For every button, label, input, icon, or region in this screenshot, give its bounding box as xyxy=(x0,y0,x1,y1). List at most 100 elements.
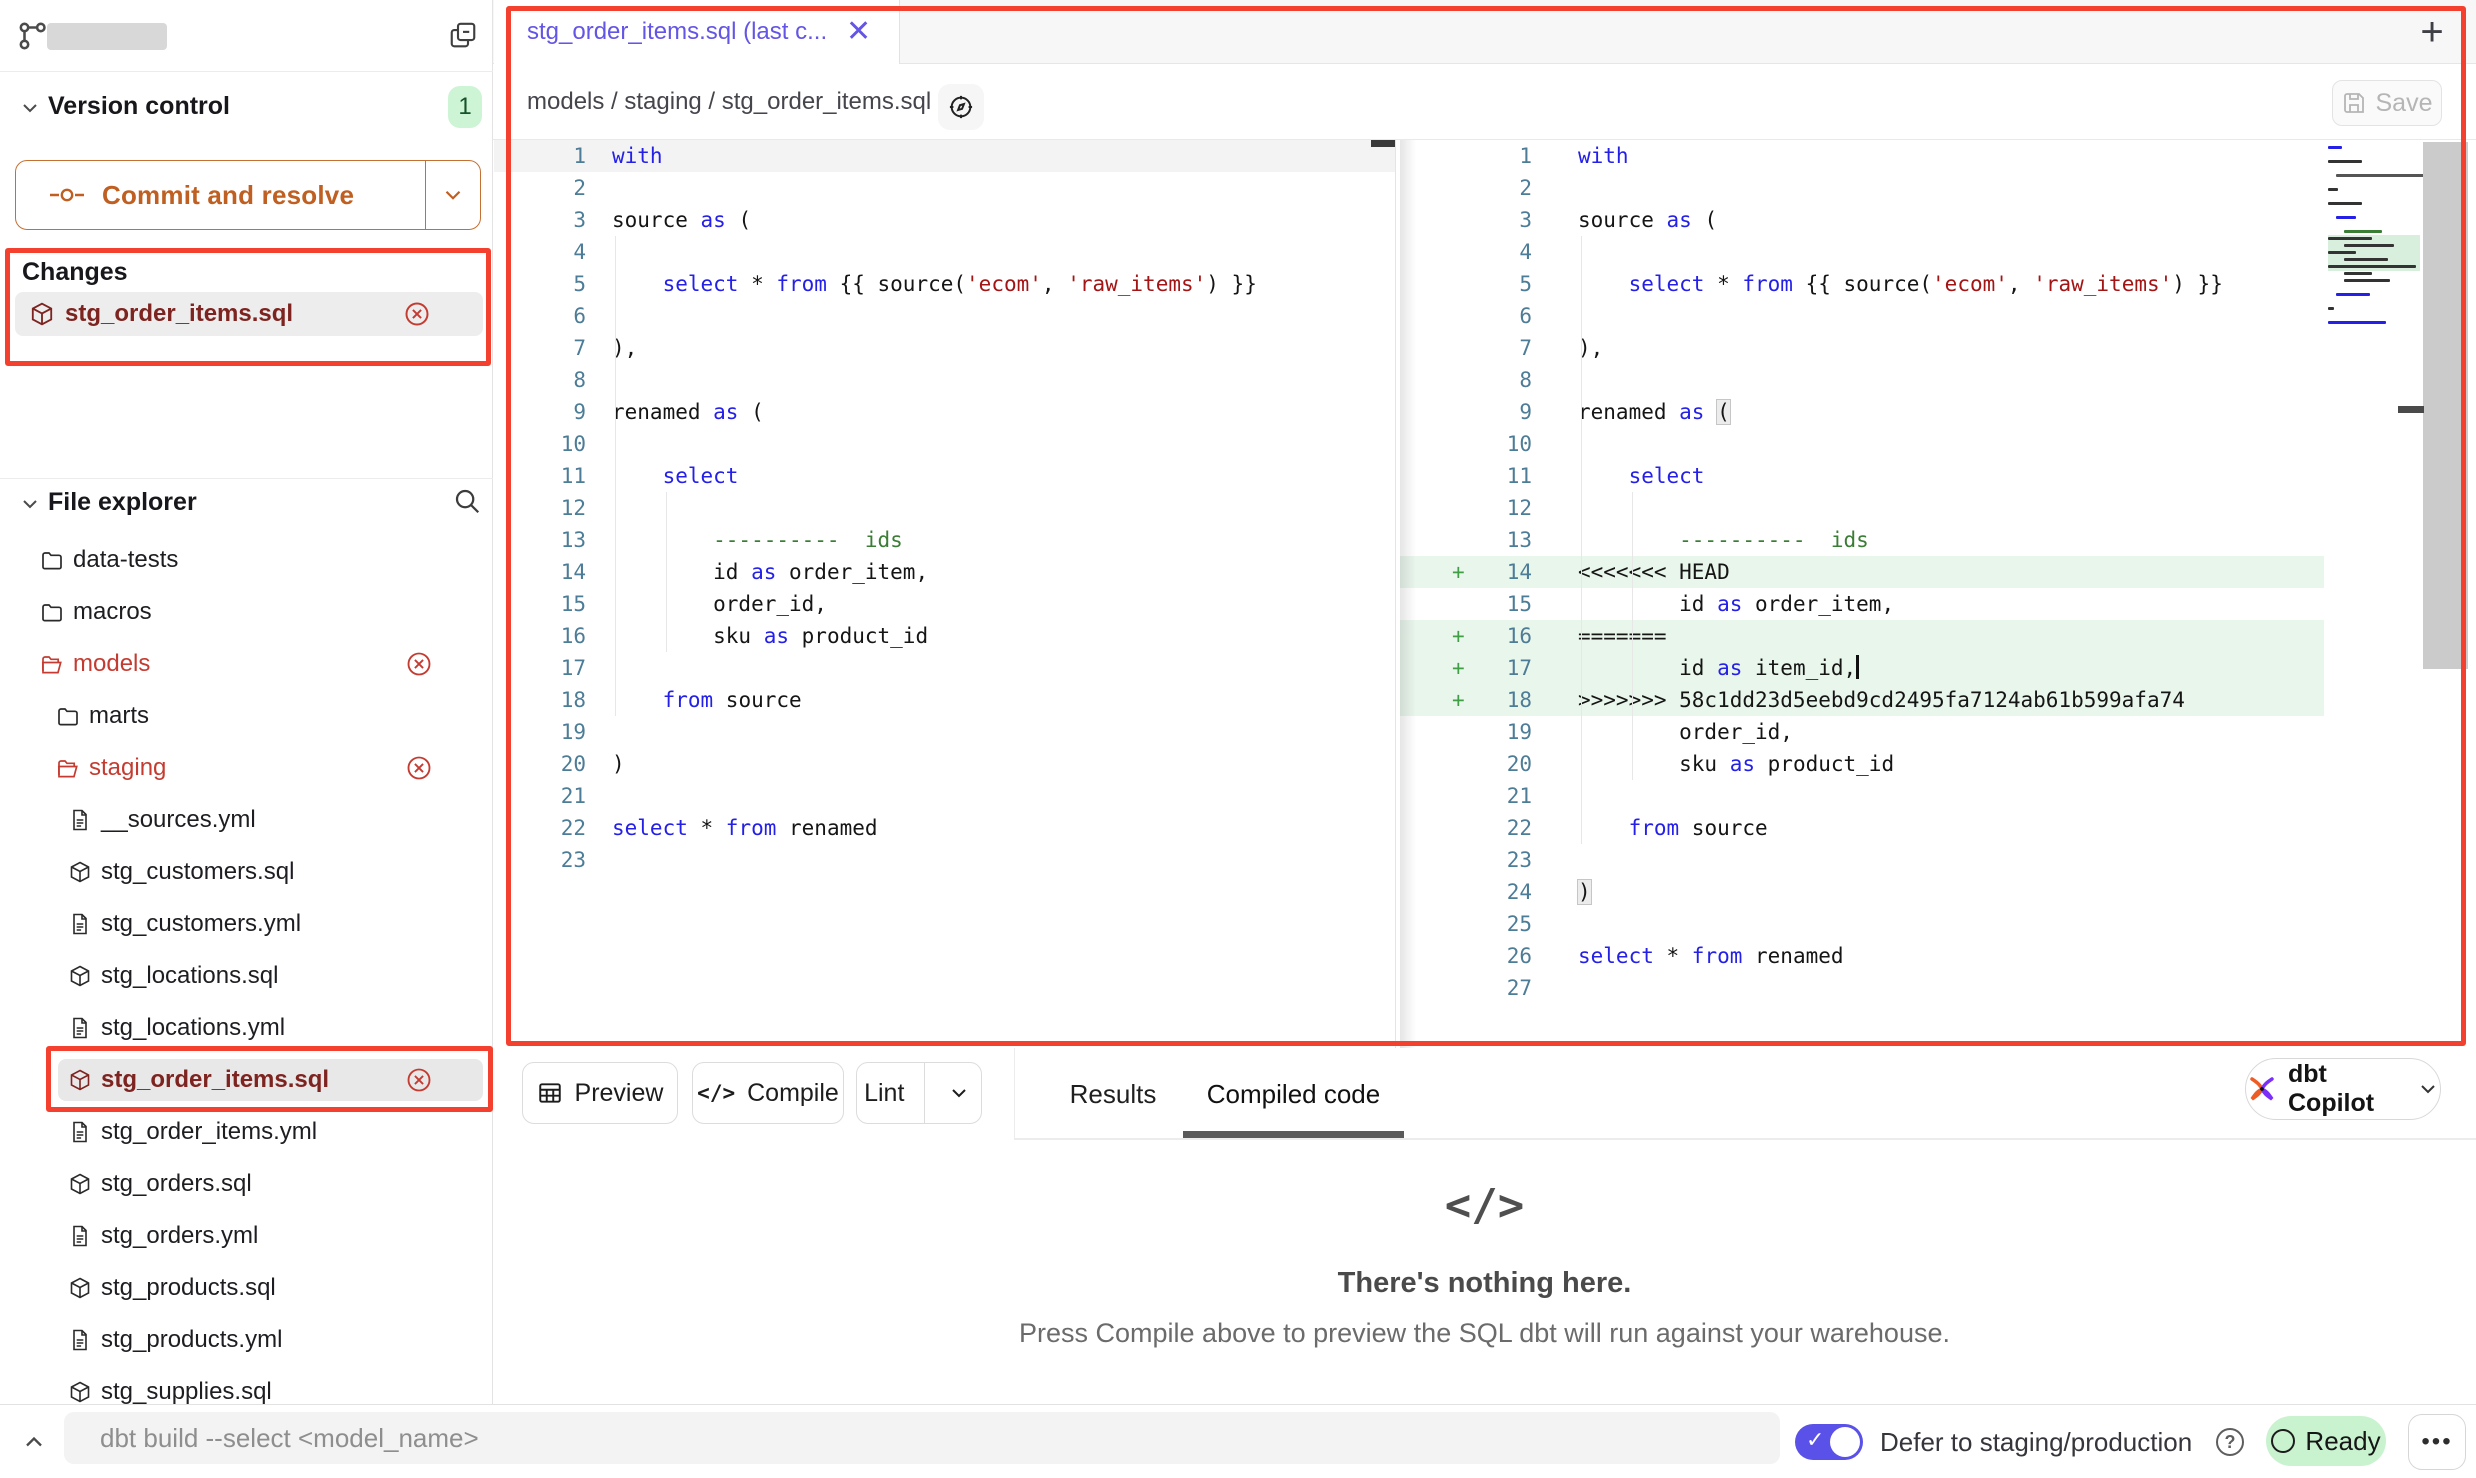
search-icon[interactable] xyxy=(452,486,482,516)
code-line-21[interactable]: 21 xyxy=(1400,780,2324,812)
left-pane-scrollbar-thumb[interactable] xyxy=(1371,140,1395,147)
code-line-23[interactable]: 23 xyxy=(1400,844,2324,876)
tree-item-data-tests[interactable]: data-tests xyxy=(0,534,493,586)
more-options-button[interactable]: ••• xyxy=(2408,1414,2466,1470)
code-line-24[interactable]: 24) xyxy=(1400,876,2324,908)
code-line-16[interactable]: 16 sku as product_id xyxy=(494,620,1395,652)
tree-item-staging[interactable]: staging xyxy=(0,742,493,794)
compile-button[interactable]: </> Compile xyxy=(692,1062,844,1124)
code-line-3[interactable]: 3source as ( xyxy=(1400,204,2324,236)
code-line-13[interactable]: 13 ---------- ids xyxy=(1400,524,2324,556)
code-line-7[interactable]: 7), xyxy=(1400,332,2324,364)
code-line-6[interactable]: 6 xyxy=(1400,300,2324,332)
minimap[interactable] xyxy=(2328,146,2420,346)
command-input[interactable] xyxy=(64,1412,1780,1464)
defer-toggle[interactable]: ✓ xyxy=(1795,1424,1863,1460)
code-line-5[interactable]: 5 select * from {{ source('ecom', 'raw_i… xyxy=(494,268,1395,300)
preview-button[interactable]: Preview xyxy=(522,1062,678,1124)
discard-change-icon[interactable] xyxy=(405,754,433,782)
code-line-8[interactable]: 8 xyxy=(1400,364,2324,396)
code-line-25[interactable]: 25 xyxy=(1400,908,2324,940)
code-line-15[interactable]: 15 id as order_item, xyxy=(1400,588,2324,620)
code-line-14[interactable]: +14<<<<<<< HEAD xyxy=(1400,556,2324,588)
copy-icon[interactable] xyxy=(448,20,478,50)
lint-button[interactable]: Lint xyxy=(856,1062,982,1124)
tree-item-stg_order_items.sql[interactable]: stg_order_items.sql xyxy=(0,1054,493,1106)
code-line-15[interactable]: 15 order_id, xyxy=(494,588,1395,620)
code-line-1[interactable]: 1with xyxy=(494,140,1395,172)
code-line-23[interactable]: 23 xyxy=(494,844,1395,876)
tab-stg-order-items[interactable]: stg_order_items.sql (last c... xyxy=(494,0,900,64)
tree-item-marts[interactable]: marts xyxy=(0,690,493,742)
code-line-21[interactable]: 21 xyxy=(494,780,1395,812)
code-line-9[interactable]: 9renamed as ( xyxy=(1400,396,2324,428)
tree-item-stg_orders.sql[interactable]: stg_orders.sql xyxy=(0,1158,493,1210)
explore-docs-button[interactable] xyxy=(938,84,984,130)
code-line-17[interactable]: +17 id as item_id, xyxy=(1400,652,2324,684)
code-line-6[interactable]: 6 xyxy=(494,300,1395,332)
discard-change-icon[interactable] xyxy=(405,650,433,678)
code-line-22[interactable]: 22 from source xyxy=(1400,812,2324,844)
changed-file-item[interactable]: stg_order_items.sql xyxy=(15,292,483,336)
tree-item-stg_customers.yml[interactable]: stg_customers.yml xyxy=(0,898,493,950)
tree-item-__sources.yml[interactable]: __sources.yml xyxy=(0,794,493,846)
commit-and-resolve-button[interactable]: Commit and resolve xyxy=(15,160,481,230)
save-button[interactable]: Save xyxy=(2332,80,2442,126)
lint-options-caret[interactable] xyxy=(937,1063,981,1123)
tab-results[interactable]: Results xyxy=(1060,1048,1166,1140)
dbt-copilot-button[interactable]: dbt Copilot xyxy=(2245,1058,2441,1120)
new-tab-button[interactable]: + xyxy=(2408,8,2456,56)
code-line-8[interactable]: 8 xyxy=(494,364,1395,396)
code-line-4[interactable]: 4 xyxy=(1400,236,2324,268)
help-icon[interactable]: ? xyxy=(2216,1428,2244,1456)
code-line-3[interactable]: 3source as ( xyxy=(494,204,1395,236)
code-line-20[interactable]: 20) xyxy=(494,748,1395,780)
code-line-11[interactable]: 11 select xyxy=(494,460,1395,492)
code-pane-current[interactable]: 1with23source as (45 select * from {{ so… xyxy=(1400,140,2324,1004)
code-line-11[interactable]: 11 select xyxy=(1400,460,2324,492)
code-line-26[interactable]: 26select * from renamed xyxy=(1400,940,2324,972)
code-line-20[interactable]: 20 sku as product_id xyxy=(1400,748,2324,780)
tree-item-stg_products.sql[interactable]: stg_products.sql xyxy=(0,1262,493,1314)
tree-item-stg_products.yml[interactable]: stg_products.yml xyxy=(0,1314,493,1366)
tree-item-stg_customers.sql[interactable]: stg_customers.sql xyxy=(0,846,493,898)
code-line-16[interactable]: +16======= xyxy=(1400,620,2324,652)
code-line-22[interactable]: 22select * from renamed xyxy=(494,812,1395,844)
tree-item-stg_orders.yml[interactable]: stg_orders.yml xyxy=(0,1210,493,1262)
ide-status-badge[interactable]: Ready xyxy=(2266,1416,2386,1466)
chevron-down-icon[interactable] xyxy=(18,492,42,516)
tree-item-stg_locations.yml[interactable]: stg_locations.yml xyxy=(0,1002,493,1054)
tree-item-macros[interactable]: macros xyxy=(0,586,493,638)
code-line-13[interactable]: 13 ---------- ids xyxy=(494,524,1395,556)
code-line-18[interactable]: +18>>>>>>> 58c1dd23d5eebd9cd2495fa7124ab… xyxy=(1400,684,2324,716)
close-tab-icon[interactable]: ✕ xyxy=(846,14,871,49)
commit-and-resolve-main[interactable]: Commit and resolve xyxy=(16,161,425,229)
tree-item-stg_order_items.yml[interactable]: stg_order_items.yml xyxy=(0,1106,493,1158)
discard-change-icon[interactable] xyxy=(403,300,431,328)
code-line-27[interactable]: 27 xyxy=(1400,972,2324,1004)
tree-item-models[interactable]: models xyxy=(0,638,493,690)
chevron-up-icon[interactable] xyxy=(20,1428,48,1456)
code-line-1[interactable]: 1with xyxy=(1400,140,2324,172)
code-line-19[interactable]: 19 xyxy=(494,716,1395,748)
code-line-9[interactable]: 9renamed as ( xyxy=(494,396,1395,428)
lint-label[interactable]: Lint xyxy=(857,1079,912,1108)
discard-change-icon[interactable] xyxy=(405,1066,433,1094)
chevron-down-icon[interactable] xyxy=(18,96,42,120)
code-line-2[interactable]: 2 xyxy=(1400,172,2324,204)
code-line-18[interactable]: 18 from source xyxy=(494,684,1395,716)
code-line-12[interactable]: 12 xyxy=(494,492,1395,524)
tree-item-stg_locations.sql[interactable]: stg_locations.sql xyxy=(0,950,493,1002)
tab-compiled-code[interactable]: Compiled code xyxy=(1183,1048,1404,1140)
code-line-2[interactable]: 2 xyxy=(494,172,1395,204)
code-line-7[interactable]: 7), xyxy=(494,332,1395,364)
code-line-19[interactable]: 19 order_id, xyxy=(1400,716,2324,748)
code-line-5[interactable]: 5 select * from {{ source('ecom', 'raw_i… xyxy=(1400,268,2324,300)
code-line-10[interactable]: 10 xyxy=(494,428,1395,460)
editor-scrollbar[interactable] xyxy=(2423,142,2468,669)
code-line-4[interactable]: 4 xyxy=(494,236,1395,268)
code-line-14[interactable]: 14 id as order_item, xyxy=(494,556,1395,588)
code-line-12[interactable]: 12 xyxy=(1400,492,2324,524)
code-line-17[interactable]: 17 xyxy=(494,652,1395,684)
editor-scrollbar-handle[interactable] xyxy=(2398,406,2424,413)
